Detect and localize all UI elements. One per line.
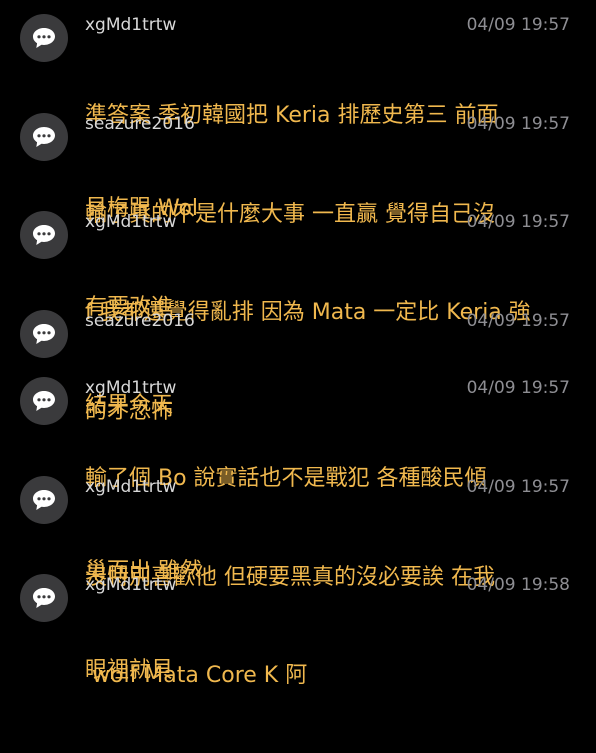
comment-timestamp: 04/09 19:57	[466, 378, 570, 398]
comment-username[interactable]: xgMd1trtw	[85, 377, 176, 399]
comment-text: wolf Mata Core K 阿	[85, 598, 580, 753]
avatar[interactable]	[20, 377, 68, 425]
speech-bubble-icon	[33, 490, 55, 510]
comment-username[interactable]: seazure2016	[85, 113, 195, 135]
avatar[interactable]	[20, 310, 68, 358]
comment-timestamp: 04/09 19:58	[466, 575, 570, 595]
comment-username[interactable]: xgMd1trtw	[85, 14, 176, 36]
speech-bubble-icon	[33, 588, 55, 608]
comment-timestamp: 04/09 19:57	[466, 15, 570, 35]
speech-bubble-icon	[33, 127, 55, 147]
avatar[interactable]	[20, 476, 68, 524]
comment-timestamp: 04/09 19:57	[466, 114, 570, 134]
speech-bubble-icon	[33, 324, 55, 344]
avatar[interactable]	[20, 211, 68, 259]
speech-bubble-icon	[33, 391, 55, 411]
speech-bubble-icon	[33, 28, 55, 48]
comment-username[interactable]: seazure2016	[85, 310, 195, 332]
comment-username[interactable]: xgMd1trtw	[85, 574, 176, 596]
avatar[interactable]	[20, 113, 68, 161]
comment-timestamp: 04/09 19:57	[466, 477, 570, 497]
avatar[interactable]	[20, 574, 68, 622]
comment-timestamp: 04/09 19:57	[466, 212, 570, 232]
speech-bubble-icon	[33, 225, 55, 245]
avatar[interactable]	[20, 14, 68, 62]
comment-text-line: wolf Mata Core K 阿	[85, 663, 308, 688]
comment-timestamp: 04/09 19:57	[466, 311, 570, 331]
comment-username[interactable]: xgMd1trtw	[85, 476, 176, 498]
comment-username[interactable]: xgMd1trtw	[85, 211, 176, 233]
